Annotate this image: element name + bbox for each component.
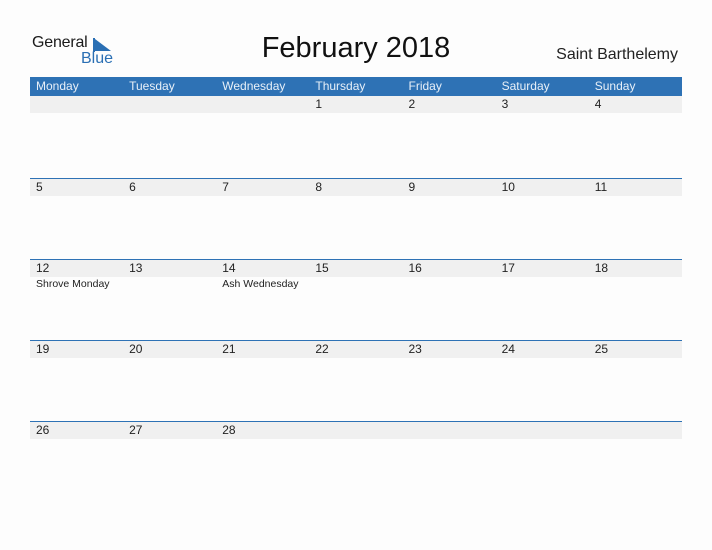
day-cell: 19: [30, 341, 123, 358]
weekday-thursday: Thursday: [315, 79, 366, 93]
holiday-label: Shrove Monday: [36, 278, 110, 290]
day-cell: 27: [123, 422, 216, 439]
day-cell: [30, 96, 123, 113]
day-number: 4: [594, 97, 602, 111]
weekday-friday: Friday: [408, 79, 442, 93]
day-cell: 20: [123, 341, 216, 358]
day-cell: 5: [30, 179, 123, 196]
day-cell: [589, 422, 682, 439]
day-cell: [403, 422, 496, 439]
day-number: 18: [594, 261, 609, 275]
day-number: 16: [408, 261, 422, 275]
day-cell: 17: [496, 260, 589, 291]
day-cell: 8: [309, 179, 402, 196]
day-number: 20: [129, 342, 143, 356]
weekday-wednesday: Wednesday: [222, 79, 286, 93]
day-number: 3: [501, 97, 509, 111]
day-cell: 11: [589, 179, 682, 196]
day-number: 8: [315, 180, 323, 194]
week-row: 26 27 28: [30, 421, 682, 502]
day-cell: 9: [403, 179, 496, 196]
weekday-tuesday: Tuesday: [129, 79, 175, 93]
day-number: [36, 96, 123, 113]
day-number: 7: [222, 180, 229, 194]
day-cell: 23: [403, 341, 496, 358]
day-cell: 26: [30, 422, 123, 439]
day-number: [315, 422, 402, 439]
week-row: 19 20 21 22 23 24 25: [30, 340, 682, 421]
day-number: 11: [594, 180, 608, 194]
day-number: 12: [36, 261, 50, 275]
weekday-saturday: Saturday: [501, 79, 550, 93]
day-number: [502, 422, 589, 439]
day-cell: 1: [309, 96, 402, 113]
day-number: 26: [36, 423, 50, 437]
day-number: 27: [129, 423, 143, 437]
day-cell: 16: [403, 260, 496, 291]
day-cell: [496, 422, 589, 439]
day-cell: 28: [216, 422, 309, 439]
day-number: 9: [408, 180, 416, 194]
day-cell: 7: [216, 179, 309, 196]
day-number: 2: [408, 97, 416, 111]
day-cell: 25: [589, 341, 682, 358]
day-cell: 12 Shrove Monday: [30, 260, 123, 291]
day-cell: 24: [496, 341, 589, 358]
day-number: 25: [594, 342, 609, 356]
day-number: [129, 96, 216, 113]
day-number: 5: [36, 180, 43, 194]
day-cell: 14 Ash Wednesday: [216, 260, 309, 291]
week-row: 5 6 7 8 9 10 11: [30, 178, 682, 259]
day-cell: 13: [123, 260, 216, 291]
day-cell: 15: [309, 260, 402, 291]
day-number: 13: [129, 261, 143, 275]
day-number: 1: [315, 97, 323, 111]
day-number: [222, 96, 309, 113]
day-cell: 6: [123, 179, 216, 196]
day-number: 28: [222, 423, 236, 437]
day-number: 19: [36, 342, 50, 356]
weekday-sunday: Sunday: [594, 79, 636, 93]
day-cell: [123, 96, 216, 113]
day-cell: 4: [589, 96, 682, 113]
day-number: 14: [222, 261, 236, 275]
day-number: 23: [408, 342, 422, 356]
day-number: 10: [501, 180, 515, 194]
day-number: 15: [315, 261, 329, 275]
day-cell: 3: [496, 96, 589, 113]
day-number: 24: [501, 342, 515, 356]
day-number: 6: [129, 180, 136, 194]
weekday-header: Monday Tuesday Wednesday Thursday Friday Satu…: [30, 77, 682, 96]
holiday-label: Ash Wednesday: [222, 278, 299, 290]
week-row: 1 2 3 4: [30, 95, 682, 176]
day-cell: [309, 422, 402, 439]
day-number: [409, 422, 496, 439]
day-cell: 2: [403, 96, 496, 113]
weekday-monday: Monday: [36, 79, 79, 93]
country-name: Saint Barthelemy: [556, 46, 678, 63]
day-cell: 21: [216, 341, 309, 358]
day-cell: 22: [309, 341, 402, 358]
day-number: [595, 422, 682, 439]
day-number: 21: [222, 342, 236, 356]
day-cell: 10: [496, 179, 589, 196]
day-number: 22: [315, 342, 329, 356]
day-cell: [216, 96, 309, 113]
day-number: 17: [501, 261, 515, 275]
day-cell: 18: [589, 260, 682, 291]
week-row: 12 Shrove Monday 13 14 Ash Wednesday 15 16 17 18: [30, 259, 682, 340]
